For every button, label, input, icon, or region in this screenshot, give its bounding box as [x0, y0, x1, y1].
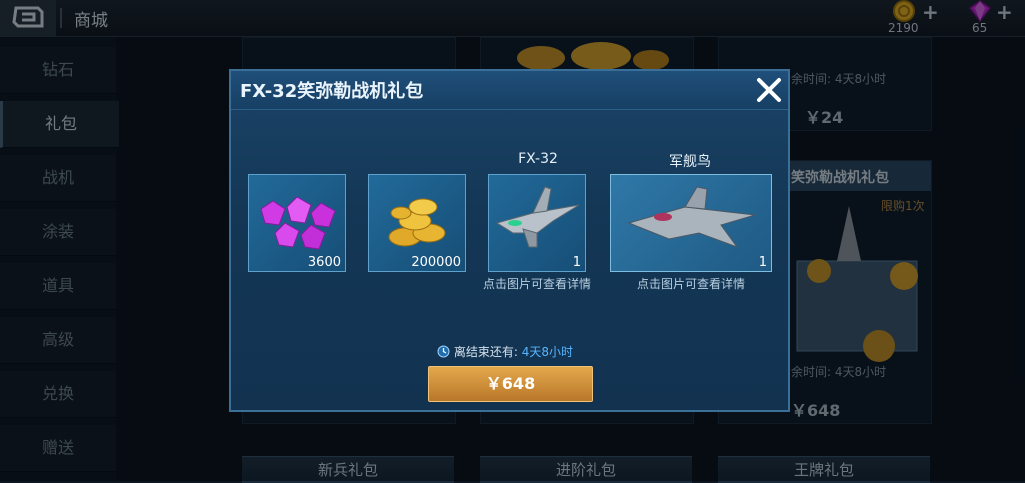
countdown-value: 4天8小时	[521, 345, 573, 359]
frigatebird-jet-icon	[627, 186, 756, 249]
item-count: 1	[758, 255, 767, 270]
reward-item-coins[interactable]: 200000	[368, 174, 466, 272]
countdown-row: 离结束还有: 4天8小时	[437, 343, 573, 360]
reward-item-frigatebird[interactable]: 1	[610, 174, 772, 272]
close-button[interactable]	[753, 74, 785, 106]
dialog-header: FX-32笑弥勒战机礼包	[231, 71, 788, 110]
buy-button[interactable]: ￥648	[428, 366, 593, 402]
item-name: FX-32	[518, 151, 558, 167]
pack-detail-dialog: FX-32笑弥勒战机礼包 3600 200000 FX-32 1 点击图片可查看…	[229, 69, 790, 412]
item-hint: 点击图片可查看详情	[636, 277, 745, 291]
reward-item-gems[interactable]: 3600	[248, 174, 346, 272]
fighter-jet-icon	[495, 186, 580, 248]
gems-icon	[260, 196, 336, 250]
countdown-label: 离结束还有:	[453, 345, 518, 359]
clock-icon	[437, 345, 450, 358]
item-count: 200000	[411, 255, 461, 270]
coins-icon	[388, 198, 446, 247]
item-count: 3600	[307, 255, 341, 270]
reward-item-fx32[interactable]: 1	[488, 174, 586, 272]
dialog-title: FX-32笑弥勒战机礼包	[240, 81, 424, 102]
item-name: 军舰鸟	[669, 154, 711, 170]
item-hint: 点击图片可查看详情	[482, 277, 591, 291]
item-count: 1	[572, 255, 581, 270]
close-icon	[757, 78, 781, 102]
